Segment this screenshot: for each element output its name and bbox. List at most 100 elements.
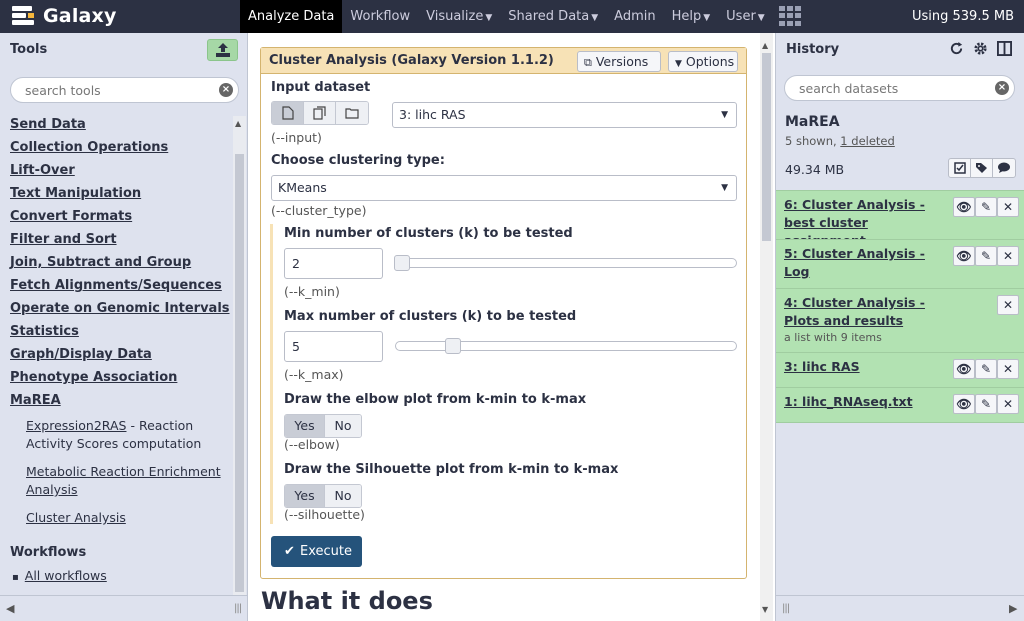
scrollbar-thumb[interactable] — [235, 154, 244, 592]
scroll-up-arrow-icon[interactable]: ▲ — [762, 41, 768, 50]
upload-button[interactable] — [207, 39, 238, 61]
tool-section-text-manipulation[interactable]: Text Manipulation — [10, 185, 230, 208]
silhouette-yes-button[interactable]: Yes — [285, 485, 325, 507]
all-workflows-link[interactable]: All workflows — [12, 568, 107, 583]
brand[interactable]: Galaxy — [12, 3, 117, 29]
k-min-slider[interactable] — [394, 255, 737, 271]
history-name[interactable]: MaREA — [785, 114, 840, 130]
dataset-collection-button[interactable] — [336, 102, 368, 124]
caret-down-icon: ▼ — [675, 59, 682, 69]
history-search-input[interactable] — [799, 81, 979, 96]
tool-section-graph-display[interactable]: Graph/Display Data — [10, 346, 230, 369]
k-min-slider-handle[interactable] — [394, 255, 410, 271]
tool-panel-footer-scrollbar[interactable]: ◀ ||| — [0, 595, 247, 621]
versions-button[interactable]: ⧉ Versions — [577, 51, 661, 72]
tool-section-join-subtract-group[interactable]: Join, Subtract and Group — [10, 254, 230, 277]
select-items-checkbox-icon[interactable] — [949, 159, 971, 177]
scroll-left-arrow-icon[interactable]: ◀ — [6, 602, 14, 615]
eye-icon[interactable]: 👁 — [953, 394, 975, 414]
tool-panel-scrollbar[interactable]: ▲ — [233, 116, 246, 595]
scroll-down-arrow-icon[interactable]: ▼ — [762, 605, 768, 614]
refresh-icon[interactable] — [949, 41, 964, 60]
tool-section-phenotype-association[interactable]: Phenotype Association — [10, 369, 230, 392]
k-max-input[interactable]: 5 — [284, 331, 383, 362]
scratchbook-grid-icon[interactable] — [778, 6, 801, 26]
nav-shared-data[interactable]: Shared Data ▼ — [500, 0, 606, 33]
cluster-type-select[interactable]: KMeans ▼ — [271, 175, 737, 201]
tool-section-fetch-alignments[interactable]: Fetch Alignments/Sequences — [10, 277, 230, 300]
nav-help[interactable]: Help ▼ — [664, 0, 719, 33]
delete-x-icon[interactable]: ✕ — [997, 359, 1019, 379]
history-dataset-item[interactable]: 6: Cluster Analysis - best cluster assig… — [776, 190, 1024, 248]
eye-icon[interactable]: 👁 — [953, 246, 975, 266]
clear-search-icon[interactable]: × — [995, 81, 1009, 95]
eye-icon[interactable]: 👁 — [953, 197, 975, 217]
history-footer-scrollbar[interactable]: ||| ▶ — [776, 595, 1024, 621]
dataset-title[interactable]: 5: Cluster Analysis - Log — [784, 245, 944, 281]
history-dataset-item[interactable]: 1: lihc_RNAseq.txt 👁 ✎ ✕ — [776, 387, 1024, 423]
folder-icon — [345, 108, 359, 119]
history-search[interactable]: × — [784, 75, 1015, 101]
delete-x-icon[interactable]: ✕ — [997, 197, 1019, 217]
pencil-icon[interactable]: ✎ — [975, 359, 997, 379]
dataset-title[interactable]: 1: lihc_RNAseq.txt — [784, 393, 944, 411]
columns-icon[interactable] — [997, 41, 1012, 60]
silhouette-help: (--silhouette) — [284, 507, 365, 522]
tool-section-genomic-intervals[interactable]: Operate on Genomic Intervals — [10, 300, 230, 323]
tool-search[interactable]: × — [10, 77, 239, 103]
history-dataset-item[interactable]: 3: lihc RAS 👁 ✎ ✕ — [776, 352, 1024, 387]
elbow-no-button[interactable]: No — [325, 415, 361, 437]
nav-workflow[interactable]: Workflow — [342, 0, 418, 33]
nav-visualize[interactable]: Visualize ▼ — [418, 0, 500, 33]
tool-search-input[interactable] — [25, 83, 205, 98]
dataset-title[interactable]: 3: lihc RAS — [784, 358, 944, 376]
gear-icon[interactable] — [973, 41, 988, 60]
options-button[interactable]: ▼ Options — [668, 51, 738, 72]
resize-grip-icon[interactable]: ||| — [234, 603, 242, 614]
tool-metabolic-reaction-enrichment[interactable]: Metabolic Reaction Enrichment Analysis — [26, 463, 230, 499]
scroll-right-arrow-icon[interactable]: ▶ — [1009, 602, 1017, 615]
scroll-up-arrow-icon[interactable]: ▲ — [235, 119, 241, 128]
pencil-icon[interactable]: ✎ — [975, 394, 997, 414]
scrollbar-thumb[interactable] — [762, 53, 771, 241]
tool-section-marea[interactable]: MaREA — [10, 392, 230, 415]
tool-section-statistics[interactable]: Statistics — [10, 323, 230, 346]
dataset-title[interactable]: 4: Cluster Analysis - Plots and results — [784, 294, 944, 330]
tool-section-convert-formats[interactable]: Convert Formats — [10, 208, 230, 231]
k-min-input[interactable]: 2 — [284, 248, 383, 279]
nav-user[interactable]: User ▼ — [718, 0, 773, 33]
tool-section-send-data[interactable]: Send Data — [10, 116, 230, 139]
tool-section-collection-operations[interactable]: Collection Operations — [10, 139, 230, 162]
k-max-slider-handle[interactable] — [445, 338, 461, 354]
nav-analyze-data[interactable]: Analyze Data — [240, 0, 343, 33]
cluster-type-help: (--cluster_type) — [271, 203, 367, 218]
history-dataset-item[interactable]: 4: Cluster Analysis - Plots and results … — [776, 288, 1024, 352]
silhouette-no-button[interactable]: No — [325, 485, 361, 507]
input-dataset-select[interactable]: 3: lihc RAS ▼ — [392, 102, 737, 128]
history-dataset-item[interactable]: 5: Cluster Analysis - Log 👁 ✎ ✕ — [776, 239, 1024, 288]
center-scrollbar[interactable]: ▲ ▼ — [760, 33, 773, 621]
resize-grip-icon[interactable]: ||| — [782, 603, 790, 614]
elbow-yes-button[interactable]: Yes — [285, 415, 325, 437]
pencil-icon[interactable]: ✎ — [975, 197, 997, 217]
clear-search-icon[interactable]: × — [219, 83, 233, 97]
delete-x-icon[interactable]: ✕ — [997, 295, 1019, 315]
nav-admin[interactable]: Admin — [606, 0, 663, 33]
quota-meter[interactable]: Using 539.5 MB — [912, 0, 1014, 33]
tags-icon[interactable] — [971, 159, 993, 177]
tool-section-lift-over[interactable]: Lift-Over — [10, 162, 230, 185]
tool-section-filter-and-sort[interactable]: Filter and Sort — [10, 231, 230, 254]
single-dataset-button[interactable] — [272, 102, 304, 124]
pencil-icon[interactable]: ✎ — [975, 246, 997, 266]
show-deleted-link[interactable]: 1 deleted — [840, 134, 895, 148]
tool-cluster-analysis[interactable]: Cluster Analysis — [26, 509, 230, 527]
annotation-comment-icon[interactable] — [993, 159, 1015, 177]
k-max-slider[interactable] — [395, 338, 737, 354]
execute-button[interactable]: ✔ Execute — [271, 536, 362, 567]
delete-x-icon[interactable]: ✕ — [997, 394, 1019, 414]
tool-expression2ras[interactable]: Expression2RAS - Reaction Activity Score… — [26, 417, 230, 453]
eye-icon[interactable]: 👁 — [953, 359, 975, 379]
delete-x-icon[interactable]: ✕ — [997, 246, 1019, 266]
tool-form: Cluster Analysis (Galaxy Version 1.1.2) … — [260, 47, 747, 579]
multiple-datasets-button[interactable] — [304, 102, 336, 124]
